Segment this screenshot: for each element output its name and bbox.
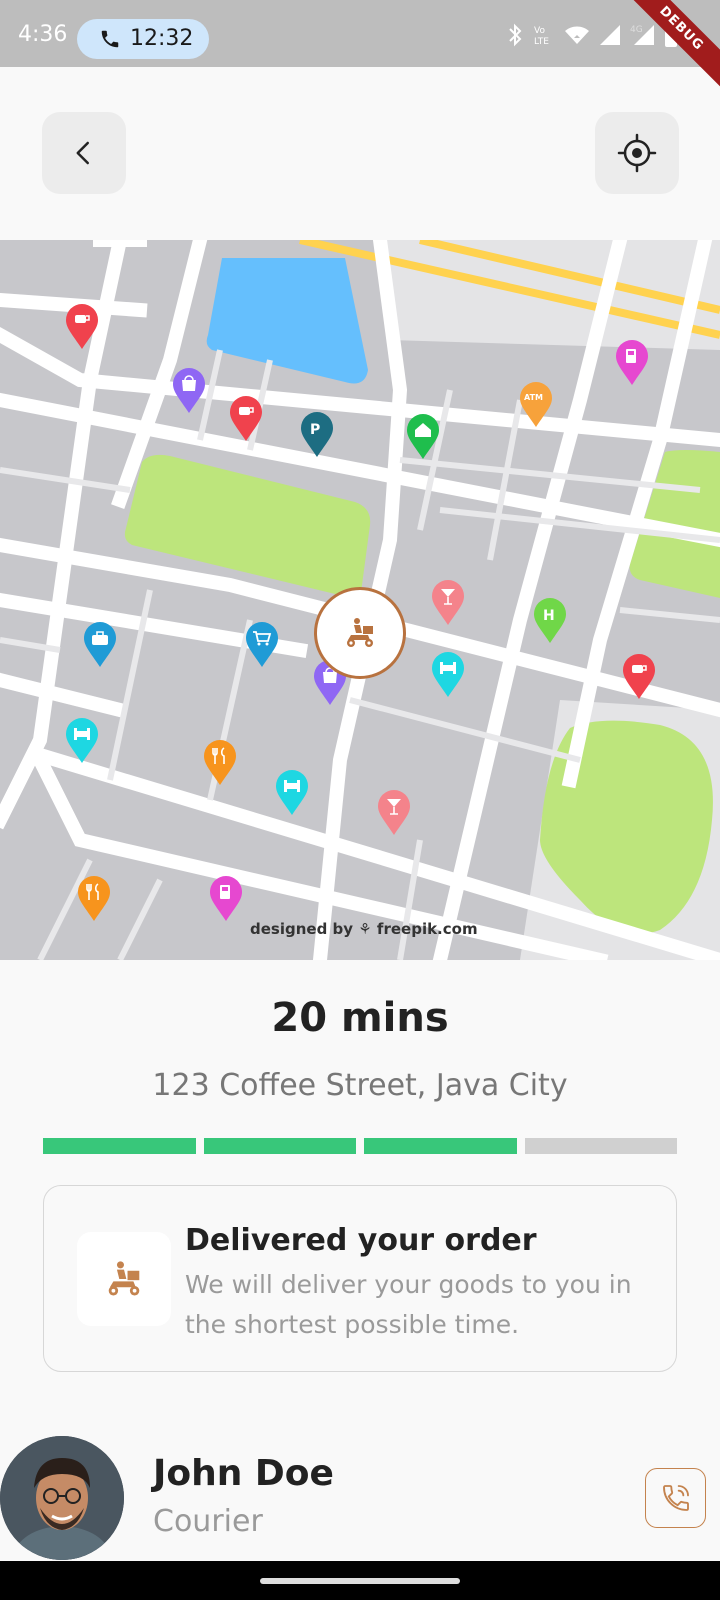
eta-duration: 20 mins <box>271 995 449 1041</box>
wifi-icon <box>564 23 590 47</box>
restaurant-pin-icon[interactable] <box>76 874 112 922</box>
status-icon-box <box>77 1232 171 1326</box>
svg-text:P: P <box>310 422 320 438</box>
delivery-progress-bar <box>43 1138 677 1154</box>
bar-pin-icon[interactable] <box>430 578 466 626</box>
cafe-pin-icon[interactable] <box>64 302 100 350</box>
progress-segment <box>43 1138 196 1154</box>
call-courier-button[interactable] <box>645 1468 706 1528</box>
svg-text:H: H <box>543 608 555 624</box>
volte-icon: Vo LTE <box>532 23 556 47</box>
cafe-pin-icon[interactable] <box>228 394 264 442</box>
chevron-left-icon <box>76 141 89 165</box>
progress-segment <box>364 1138 517 1154</box>
atm-pin-icon[interactable]: ATM <box>518 380 554 428</box>
courier-avatar <box>0 1436 124 1560</box>
courier-location-marker[interactable] <box>314 587 406 679</box>
courier-name: John Doe <box>153 1453 334 1494</box>
briefcase-pin-icon[interactable] <box>82 620 118 668</box>
map-view[interactable]: P ATM H designed by ⚘ freepik.com <box>0 240 720 960</box>
home-pin-icon[interactable] <box>405 412 441 460</box>
hospital-pin-icon[interactable]: H <box>532 596 568 644</box>
debug-banner: DEBUG <box>611 0 720 99</box>
delivery-status-card: Delivered your order We will deliver you… <box>43 1185 677 1372</box>
signal-icon <box>598 23 622 47</box>
status-description: We will deliver your goods to you in the… <box>185 1270 632 1339</box>
svg-text:ATM: ATM <box>524 393 543 402</box>
hotel-pin-icon[interactable] <box>430 650 466 698</box>
progress-segment <box>203 1138 356 1154</box>
fuel-pin-icon[interactable] <box>208 874 244 922</box>
delivery-scooter-icon <box>347 618 373 647</box>
call-duration: 12:32 <box>130 26 194 51</box>
network-label: 4G <box>630 25 643 35</box>
shopping-cart-pin-icon[interactable] <box>244 620 280 668</box>
locate-me-button[interactable] <box>595 112 679 194</box>
svg-text:Vo: Vo <box>534 26 545 36</box>
map-credit: designed by ⚘ freepik.com <box>250 920 478 938</box>
back-button[interactable] <box>42 112 126 194</box>
fuel-pin-icon[interactable] <box>614 338 650 386</box>
status-title: Delivered your order <box>185 1223 537 1258</box>
phone-call-icon <box>662 1485 689 1511</box>
home-indicator[interactable] <box>260 1578 460 1584</box>
bluetooth-icon <box>506 23 524 47</box>
hotel-pin-icon[interactable] <box>274 768 310 816</box>
delivery-address: 123 Coffee Street, Java City <box>152 1068 568 1103</box>
progress-segment <box>524 1138 677 1154</box>
crosshair-icon <box>617 133 657 173</box>
delivery-scooter-icon <box>108 1261 140 1296</box>
shopping-bag-pin-icon[interactable] <box>171 366 207 414</box>
signal-4g-icon: 4G <box>630 23 656 47</box>
ongoing-call-pill[interactable]: 12:32 <box>77 19 209 59</box>
svg-text:LTE: LTE <box>534 37 549 47</box>
phone-icon <box>101 30 119 48</box>
bar-pin-icon[interactable] <box>376 788 412 836</box>
cafe-pin-icon[interactable] <box>621 652 657 700</box>
system-navigation-bar <box>0 1561 720 1600</box>
status-time: 4:36 <box>18 22 68 47</box>
courier-role: Courier <box>153 1504 263 1539</box>
restaurant-pin-icon[interactable] <box>202 738 238 786</box>
hotel-pin-icon[interactable] <box>64 716 100 764</box>
status-bar: 4:36 12:32 Vo LTE 4G DEBUG <box>0 0 720 99</box>
parking-pin-icon[interactable]: P <box>299 410 335 458</box>
status-icons: Vo LTE 4G <box>506 22 678 48</box>
